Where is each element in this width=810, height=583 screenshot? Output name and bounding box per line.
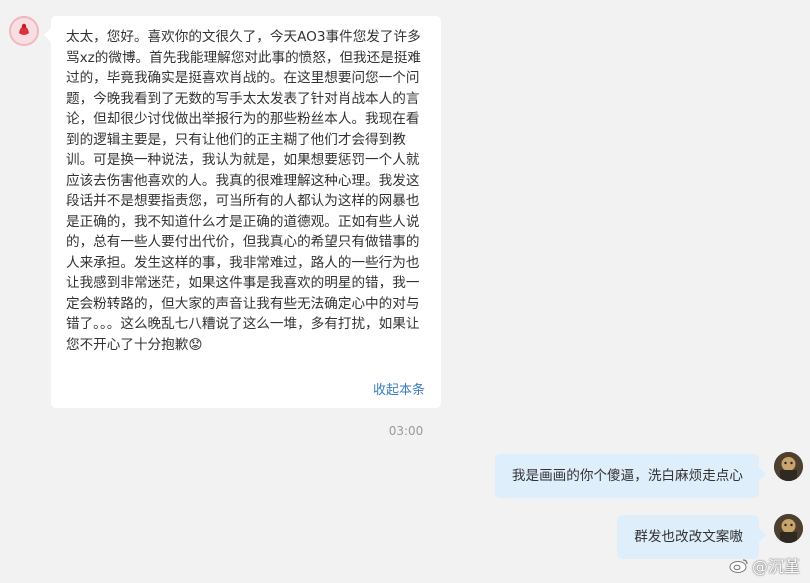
outgoing-message-text: 我是画画的你个傻逼，洗白麻烦走点心 (511, 468, 743, 484)
collapse-message-link[interactable]: 收起本条 (373, 379, 425, 398)
outgoing-message-bubble: 我是画画的你个傻逼，洗白麻烦走点心 (494, 454, 767, 498)
user-avatar[interactable] (774, 452, 803, 481)
avatar-image-icon (774, 452, 803, 481)
incoming-message-text: 太太，您好。喜欢你的文很久了，今天AO3事件您发了许多骂xz的微博。首先我能理解… (66, 29, 422, 353)
incoming-message-bubble: 太太，您好。喜欢你的文很久了，今天AO3事件您发了许多骂xz的微博。首先我能理解… (44, 16, 441, 408)
outgoing-message-text: 群发也改改文案嗷 (634, 529, 743, 545)
watermark-text: @沉堇 (751, 557, 800, 576)
sender-avatar[interactable] (9, 16, 39, 46)
weibo-logo-icon (729, 559, 748, 573)
weibo-watermark: @沉堇 (729, 553, 800, 577)
avatar-image-icon (11, 18, 37, 44)
timestamp-text: 03:00 (388, 424, 424, 438)
user-avatar[interactable] (774, 514, 803, 543)
message-timestamp: 03:00 (0, 424, 810, 438)
avatar-image-icon (774, 514, 803, 543)
